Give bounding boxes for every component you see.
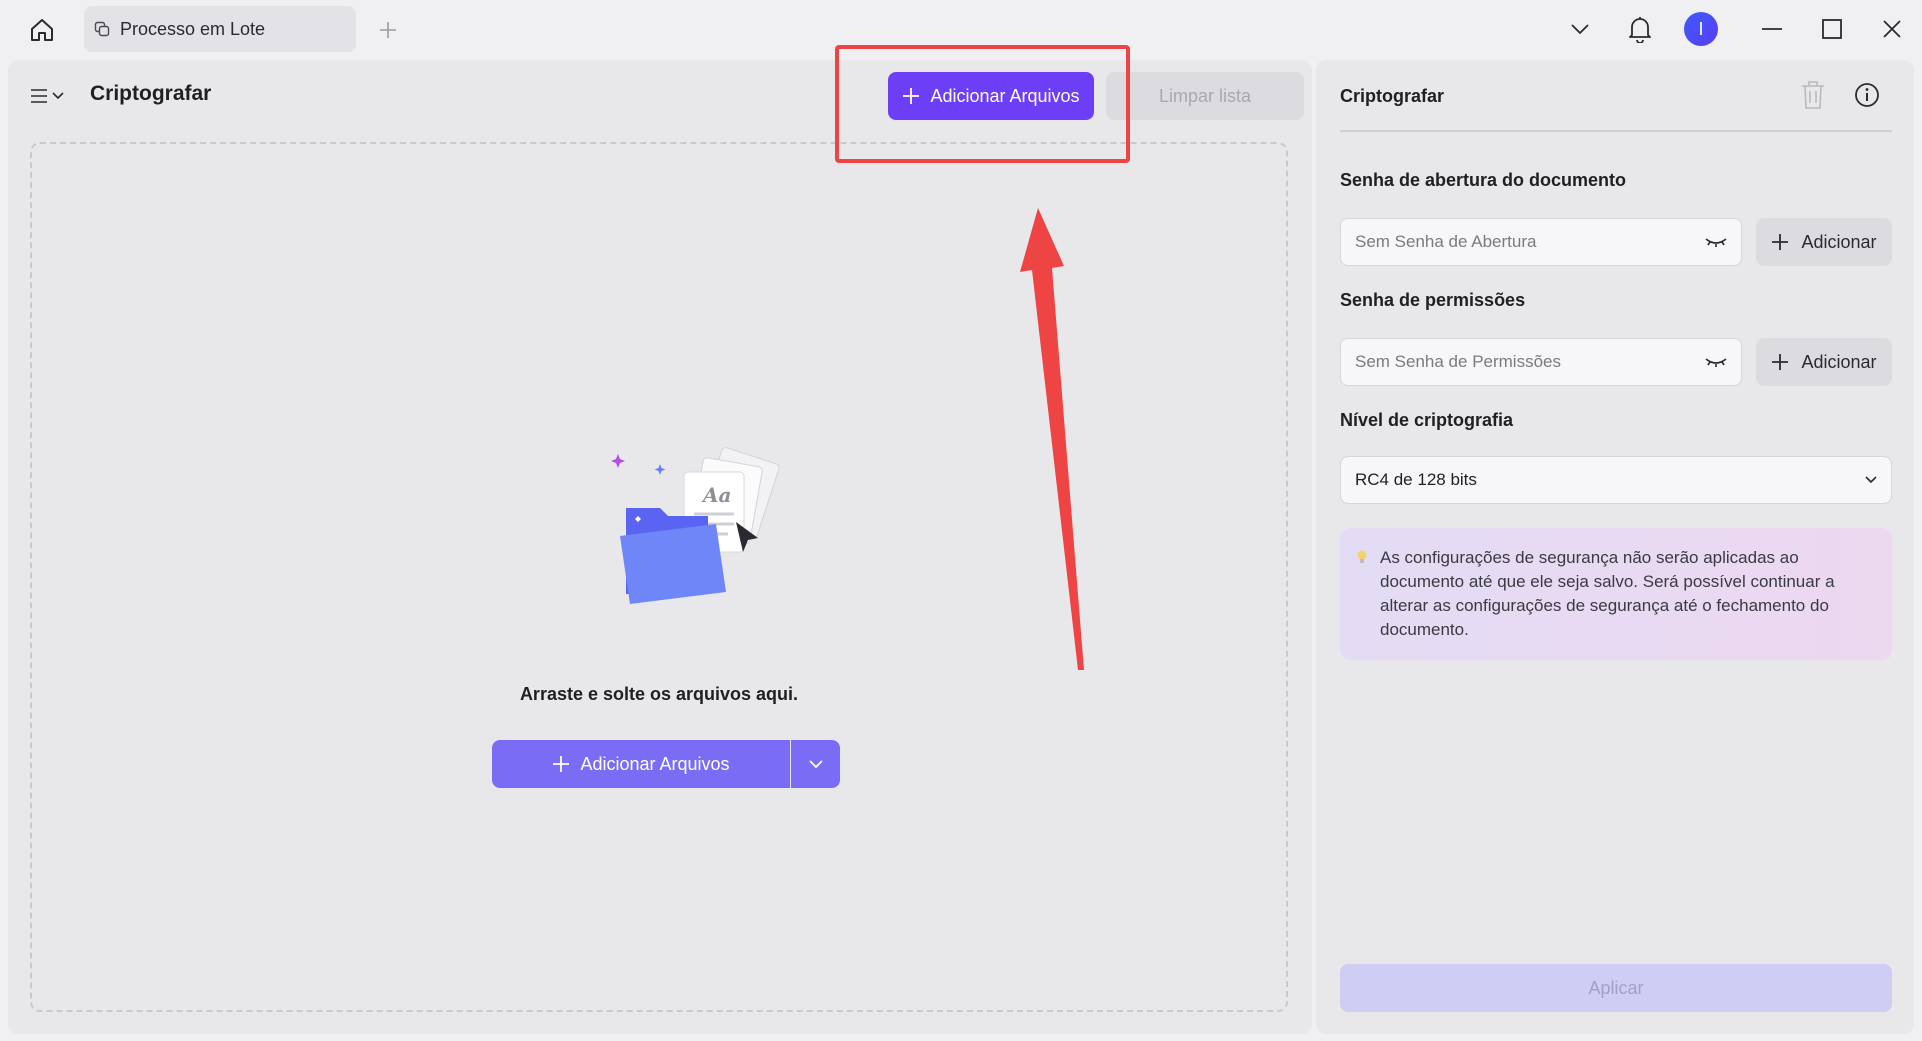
drop-add-files-label: Adicionar Arquivos xyxy=(580,753,730,774)
encryption-level-label: Nível de criptografia xyxy=(1340,410,1514,430)
add-permissions-password-label: Adicionar xyxy=(1801,351,1877,372)
plus-icon xyxy=(380,22,396,38)
page-title: Criptografar xyxy=(90,82,212,105)
open-password-placeholder: Sem Senha de Abertura xyxy=(1355,232,1537,251)
maximize-button[interactable] xyxy=(1814,10,1850,48)
plus-icon xyxy=(553,756,570,772)
bell-icon xyxy=(1629,17,1651,43)
new-tab-button[interactable] xyxy=(372,14,404,46)
eye-closed-icon[interactable] xyxy=(1705,236,1727,248)
open-password-field[interactable]: Sem Senha de Abertura xyxy=(1340,218,1742,266)
lightbulb-icon xyxy=(1356,548,1368,572)
eye-closed-icon[interactable] xyxy=(1705,356,1727,368)
dropdown-button[interactable] xyxy=(1562,10,1598,48)
close-button[interactable] xyxy=(1874,10,1910,48)
open-password-label: Senha de abertura do documento xyxy=(1340,170,1627,190)
file-list-panel: Criptografar Adicionar Arquivos Limpar l… xyxy=(8,60,1312,1034)
add-open-password-label: Adicionar xyxy=(1801,231,1877,252)
tab-batch-process[interactable]: Processo em Lote xyxy=(84,6,356,52)
avatar-initial: I xyxy=(1698,18,1704,39)
settings-title: Criptografar xyxy=(1340,86,1445,106)
close-icon xyxy=(1883,20,1901,38)
encryption-settings-panel: Criptografar Senha de abertura do docume… xyxy=(1316,60,1914,1034)
apply-button[interactable]: Aplicar xyxy=(1340,964,1892,1012)
home-icon xyxy=(31,19,53,41)
add-files-options-button[interactable] xyxy=(791,740,840,788)
svg-text:Aa: Aa xyxy=(701,483,731,507)
add-files-split-button: Adicionar Arquivos xyxy=(492,740,840,788)
avatar[interactable]: I xyxy=(1684,12,1718,46)
minimize-icon xyxy=(1762,28,1782,30)
annotation-highlight-box xyxy=(835,45,1130,163)
maximize-icon xyxy=(1822,19,1842,39)
clear-list-button[interactable]: Limpar lista xyxy=(1106,72,1304,120)
folder-files-illustration: Aa xyxy=(611,447,780,604)
info-icon xyxy=(1855,83,1879,107)
add-open-password-button[interactable]: Adicionar xyxy=(1756,218,1892,266)
clear-list-label: Limpar lista xyxy=(1158,85,1252,106)
security-notice: As configurações de segurança não serão … xyxy=(1340,528,1892,660)
encryption-level-value: RC4 de 128 bits xyxy=(1355,470,1477,489)
plus-icon xyxy=(1772,354,1789,370)
menu-icon xyxy=(31,89,47,103)
home-button[interactable] xyxy=(24,12,60,48)
minimize-button[interactable] xyxy=(1754,10,1790,48)
plus-icon xyxy=(1772,234,1789,250)
drop-hint-text: Arraste e solte os arquivos aqui. xyxy=(519,684,799,704)
tab-label: Processo em Lote xyxy=(120,18,266,39)
annotation-arrow xyxy=(1020,208,1084,670)
chevron-down-icon xyxy=(52,92,64,100)
chevron-down-icon xyxy=(1571,24,1589,35)
delete-button[interactable] xyxy=(1798,78,1828,112)
add-permissions-password-button[interactable]: Adicionar xyxy=(1756,338,1892,386)
permissions-password-label: Senha de permissões xyxy=(1340,290,1526,310)
encryption-level-select[interactable]: RC4 de 128 bits xyxy=(1340,456,1892,504)
permissions-password-field[interactable]: Sem Senha de Permissões xyxy=(1340,338,1742,386)
chevron-down-icon xyxy=(1865,476,1877,484)
permissions-password-placeholder: Sem Senha de Permissões xyxy=(1355,352,1561,371)
notifications-button[interactable] xyxy=(1622,10,1658,48)
menu-button[interactable] xyxy=(30,80,74,112)
divider xyxy=(1340,130,1892,132)
apply-label: Aplicar xyxy=(1588,977,1644,998)
drop-add-files-button[interactable]: Adicionar Arquivos xyxy=(492,740,790,788)
chevron-down-icon xyxy=(808,759,823,768)
trash-icon xyxy=(1802,81,1824,109)
info-button[interactable] xyxy=(1852,80,1882,110)
security-notice-text: As configurações de segurança não serão … xyxy=(1380,548,1835,639)
copy-icon xyxy=(94,20,112,38)
